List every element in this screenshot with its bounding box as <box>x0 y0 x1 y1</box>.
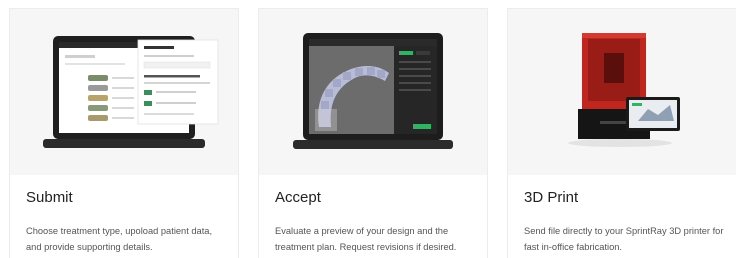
card-3d-print[interactable]: 3D Print Send file directly to your Spri… <box>508 9 736 258</box>
card-title: Submit <box>26 189 73 206</box>
submit-image <box>10 9 238 175</box>
card-title: Accept <box>275 189 321 206</box>
sprintray-printer-illustration <box>568 33 680 147</box>
card-accept[interactable]: Accept Evaluate a preview of your design… <box>259 9 487 258</box>
tablet-app-illustration <box>43 36 219 148</box>
accept-image <box>259 9 487 175</box>
card-description: Choose treatment type, upoload patient d… <box>26 226 213 252</box>
tablet-3d-preview-illustration <box>293 33 453 149</box>
card-submit[interactable]: Submit Choose treatment type, upoload pa… <box>10 9 238 258</box>
card-description: Send file directly to your SprintRay 3D … <box>524 226 724 252</box>
card-title: 3D Print <box>524 189 579 206</box>
card-description: Evaluate a preview of your design and th… <box>275 226 457 252</box>
print-image <box>508 9 736 175</box>
